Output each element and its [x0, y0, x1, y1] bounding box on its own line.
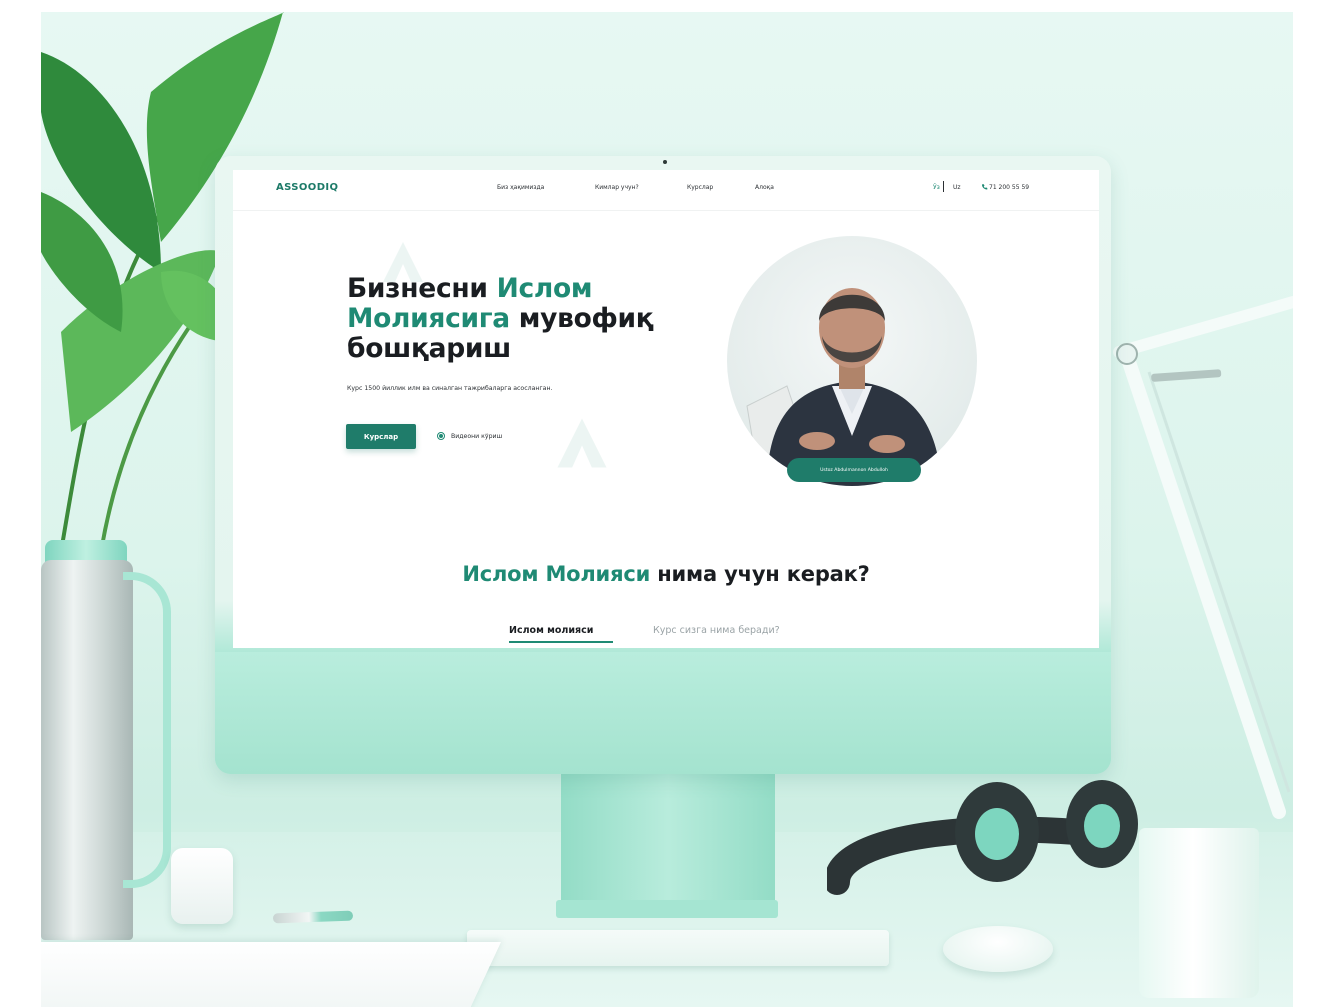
speaker-photo: [746, 288, 942, 486]
hero-subtitle: Курс 1500 йиллик илм ва синалган тажриба…: [347, 385, 553, 392]
phone-number[interactable]: 71 200 55 59: [989, 184, 1029, 191]
monitor-stand: [561, 760, 775, 910]
nav-contact[interactable]: Алоқа: [755, 184, 774, 191]
photo-scene: ASSOODIQ Биз ҳақимизда Кимлар учун? Курс…: [41, 12, 1293, 1007]
bottle-strap: [123, 572, 171, 888]
speaker-name-badge: Ustoz Abdulmannon Abdulloh: [787, 458, 921, 482]
keyboard: [467, 930, 889, 966]
headphones: [827, 780, 1138, 895]
section-title-rest: нима учун керак?: [650, 562, 870, 586]
hero-title: Бизнесни Ислом Молиясига мувофиқ бошқари…: [347, 274, 707, 364]
camera-dot: [663, 160, 667, 164]
speaker-portrait: [727, 236, 977, 486]
watch-video-button[interactable]: Видеони кўриш: [437, 430, 502, 442]
nav-who-for[interactable]: Кимлар учун?: [595, 184, 639, 191]
tab-course-benefits[interactable]: Курс сизга нима беради?: [653, 625, 780, 636]
play-icon: [437, 432, 445, 440]
site-logo[interactable]: ASSOODIQ: [276, 182, 338, 193]
coffee-mug: [1139, 828, 1259, 998]
water-bottle: [41, 560, 133, 940]
section-title: Ислом Молияси нима учун керак?: [233, 562, 1099, 586]
phone-icon: [982, 184, 988, 190]
tab-islamic-finance[interactable]: Ислом молияси: [509, 625, 593, 636]
watch-video-label: Видеони кўриш: [451, 432, 503, 440]
watermark-logo-icon: [557, 418, 607, 468]
mouse: [943, 926, 1053, 972]
monitor-stand-base: [556, 900, 778, 918]
section-title-accent: Ислом Молияси: [462, 562, 651, 586]
lang-divider: [943, 181, 944, 192]
site-header: ASSOODIQ Биз ҳақимизда Кимлар учун? Курс…: [233, 170, 1099, 211]
monitor-chin: [215, 652, 1111, 774]
notebook: [41, 942, 502, 1007]
courses-button[interactable]: Курслар: [346, 424, 416, 449]
hero-title-part1: Бизнесни: [347, 273, 497, 304]
nav-courses[interactable]: Курслар: [687, 184, 713, 191]
airpods-case: [171, 848, 233, 924]
website-screen: ASSOODIQ Биз ҳақимизда Кимлар учун? Курс…: [233, 170, 1099, 648]
lang-latin[interactable]: Uz: [953, 184, 961, 191]
active-tab-indicator: [509, 641, 613, 643]
nav-about[interactable]: Биз ҳақимизда: [497, 184, 544, 191]
lang-cyrillic[interactable]: Ўз: [933, 184, 940, 191]
